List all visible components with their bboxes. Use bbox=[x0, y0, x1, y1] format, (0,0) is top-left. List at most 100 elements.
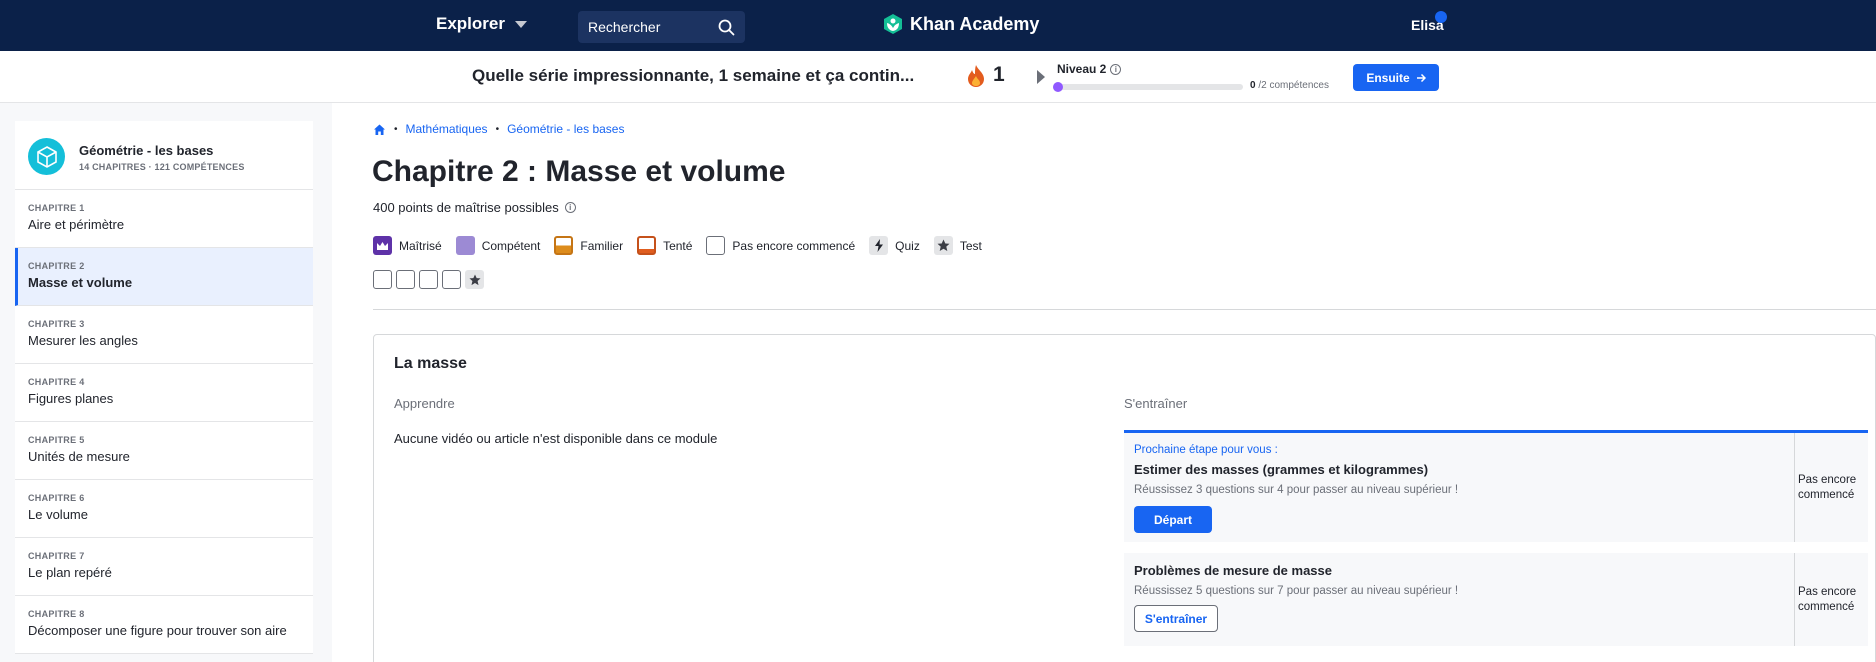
chapter-number: CHAPITRE 8 bbox=[28, 609, 85, 619]
attempted-swatch bbox=[637, 236, 657, 255]
chapter-item[interactable]: CHAPITRE 1 Aire et périmètre bbox=[15, 190, 313, 248]
breadcrumb: • Mathématiques • Géométrie - les bases bbox=[373, 122, 624, 136]
chapter-name: Mesurer les angles bbox=[28, 333, 138, 348]
play-icon[interactable] bbox=[1037, 70, 1045, 84]
level-progress-bar bbox=[1053, 82, 1243, 92]
chapter-name: Figures planes bbox=[28, 391, 114, 406]
chapter-item[interactable]: CHAPITRE 7 Le plan repéré bbox=[15, 538, 313, 596]
chapter-item[interactable]: CHAPITRE 5 Unités de mesure bbox=[15, 422, 313, 480]
chapter-number: CHAPITRE 1 bbox=[28, 203, 85, 213]
legend-mastered-label: Maîtrisé bbox=[399, 238, 442, 253]
chapter-number: CHAPITRE 2 bbox=[28, 261, 85, 271]
exercise-name: Estimer des masses (grammes et kilogramm… bbox=[1134, 462, 1429, 477]
chapter-item[interactable]: CHAPITRE 3 Mesurer les angles bbox=[15, 306, 313, 364]
legend-test-label: Test bbox=[959, 238, 982, 253]
course-sidebar: Géométrie - les bases 14 CHAPITRES · 121… bbox=[0, 103, 332, 662]
legend-quiz-label: Quiz bbox=[895, 238, 920, 253]
practice-button[interactable]: S'entraîner bbox=[1134, 605, 1218, 632]
status-line: Pas encore bbox=[1798, 473, 1857, 486]
home-icon[interactable] bbox=[373, 123, 386, 136]
start-button[interactable]: Départ bbox=[1134, 506, 1212, 533]
legend-attempted: Tenté bbox=[637, 236, 692, 255]
status-line: commencé bbox=[1798, 600, 1855, 613]
legend-proficient: Compétent bbox=[455, 236, 540, 255]
legend-attempted-label: Tenté bbox=[663, 238, 693, 253]
breadcrumb-link-math[interactable]: Mathématiques bbox=[406, 122, 488, 136]
skill-square[interactable] bbox=[396, 270, 415, 289]
breadcrumb-separator: • bbox=[394, 123, 398, 135]
chapter-name: Aire et périmètre bbox=[28, 217, 125, 232]
level-progress-fill bbox=[1053, 82, 1063, 92]
status-line: Pas encore bbox=[1798, 585, 1857, 598]
practice-header: S'entraîner bbox=[1124, 396, 1188, 411]
chapter-number: CHAPITRE 5 bbox=[28, 435, 85, 445]
breadcrumb-link-course[interactable]: Géométrie - les bases bbox=[507, 122, 624, 136]
chapter-list: CHAPITRE 1 Aire et périmètre CHAPITRE 2 … bbox=[15, 190, 313, 654]
exercise-description: Réussissez 3 questions sur 4 pour passer… bbox=[1134, 484, 1459, 496]
khan-academy-logo[interactable]: Khan Academy bbox=[882, 13, 1039, 35]
level-label-text: Niveau 2 bbox=[1057, 62, 1107, 76]
chapter-name: Le plan repéré bbox=[28, 565, 112, 580]
exercise-status: Pas encore commencé bbox=[1794, 433, 1868, 542]
exercise-card: Problèmes de mesure de masse Réussissez … bbox=[1124, 553, 1868, 646]
course-title: Géométrie - les bases bbox=[79, 143, 214, 158]
chapter-number: CHAPITRE 3 bbox=[28, 319, 85, 329]
crown-icon bbox=[373, 236, 392, 255]
streak-count: 1 bbox=[993, 63, 1005, 86]
chapter-item[interactable]: CHAPITRE 8 Décomposer une figure pour tr… bbox=[15, 596, 313, 654]
mastery-points: 400 points de maîtrise possibles i bbox=[373, 200, 576, 215]
level-done: 0 bbox=[1250, 80, 1256, 91]
legend-familiar-label: Familier bbox=[580, 238, 624, 253]
flame-icon bbox=[968, 65, 984, 87]
legend-not-started: Pas encore commencé bbox=[706, 236, 855, 255]
learn-header: Apprendre bbox=[394, 396, 455, 411]
star-icon[interactable] bbox=[465, 270, 484, 289]
level-progress-text: 0 /2 compétences bbox=[1250, 80, 1329, 91]
mastery-points-text: 400 points de maîtrise possibles bbox=[373, 200, 559, 215]
exercise-description: Réussissez 5 questions sur 7 pour passer… bbox=[1134, 585, 1459, 597]
top-nav: Explorer Rechercher Khan Academy Elisa bbox=[0, 0, 1876, 51]
explore-menu-button[interactable]: Explorer bbox=[436, 14, 527, 34]
legend-not-started-label: Pas encore commencé bbox=[732, 238, 856, 253]
section-divider bbox=[373, 309, 1876, 310]
skill-square[interactable] bbox=[419, 270, 438, 289]
next-button-label: Ensuite bbox=[1366, 70, 1410, 85]
status-line: commencé bbox=[1798, 488, 1855, 501]
info-icon[interactable]: i bbox=[564, 202, 576, 213]
exercise-body: Problèmes de mesure de masse Réussissez … bbox=[1124, 553, 1794, 646]
exercise-name: Problèmes de mesure de masse bbox=[1134, 563, 1332, 578]
chapter-number: CHAPITRE 7 bbox=[28, 551, 85, 561]
legend-test: Test bbox=[933, 236, 982, 255]
next-step-label: Prochaine étape pour vous : bbox=[1134, 444, 1278, 456]
legend-mastered: Maîtrisé bbox=[373, 236, 442, 255]
exercise-card: Prochaine étape pour vous : Estimer des … bbox=[1124, 430, 1868, 542]
legend-familiar: Familier bbox=[554, 236, 623, 255]
streak-message: Quelle série impressionnante, 1 semaine … bbox=[472, 66, 915, 85]
skill-square[interactable] bbox=[373, 270, 392, 289]
lightning-icon bbox=[869, 236, 889, 255]
chapter-name: Unités de mesure bbox=[28, 449, 130, 464]
unit-card: La masse Apprendre S'entraîner Aucune vi… bbox=[373, 334, 1876, 662]
course-header[interactable]: Géométrie - les bases 14 CHAPITRES · 121… bbox=[15, 121, 313, 190]
arrow-right-icon bbox=[1416, 73, 1426, 82]
search-icon bbox=[718, 19, 735, 35]
chapter-name: Masse et volume bbox=[28, 275, 133, 290]
chapter-item-active[interactable]: CHAPITRE 2 Masse et volume bbox=[15, 248, 313, 306]
not-started-swatch bbox=[706, 236, 726, 255]
exercise-status: Pas encore commencé bbox=[1794, 553, 1868, 646]
proficient-swatch bbox=[455, 236, 475, 255]
next-button[interactable]: Ensuite bbox=[1353, 64, 1439, 91]
skill-square[interactable] bbox=[442, 270, 461, 289]
notification-dot bbox=[1435, 11, 1447, 23]
chapter-item[interactable]: CHAPITRE 4 Figures planes bbox=[15, 364, 313, 422]
cube-icon bbox=[28, 138, 65, 175]
search-input[interactable]: Rechercher bbox=[578, 11, 745, 43]
mastery-legend: Maîtrisé Compétent Familier Tenté Pas en… bbox=[373, 236, 988, 255]
khan-logo-icon bbox=[884, 14, 902, 34]
chevron-down-icon bbox=[514, 20, 527, 28]
chapter-item[interactable]: CHAPITRE 6 Le volume bbox=[15, 480, 313, 538]
breadcrumb-separator: • bbox=[495, 123, 500, 135]
info-icon[interactable]: i bbox=[1110, 63, 1122, 75]
exercise-body: Prochaine étape pour vous : Estimer des … bbox=[1124, 433, 1794, 542]
chapter-number: CHAPITRE 4 bbox=[28, 377, 85, 387]
